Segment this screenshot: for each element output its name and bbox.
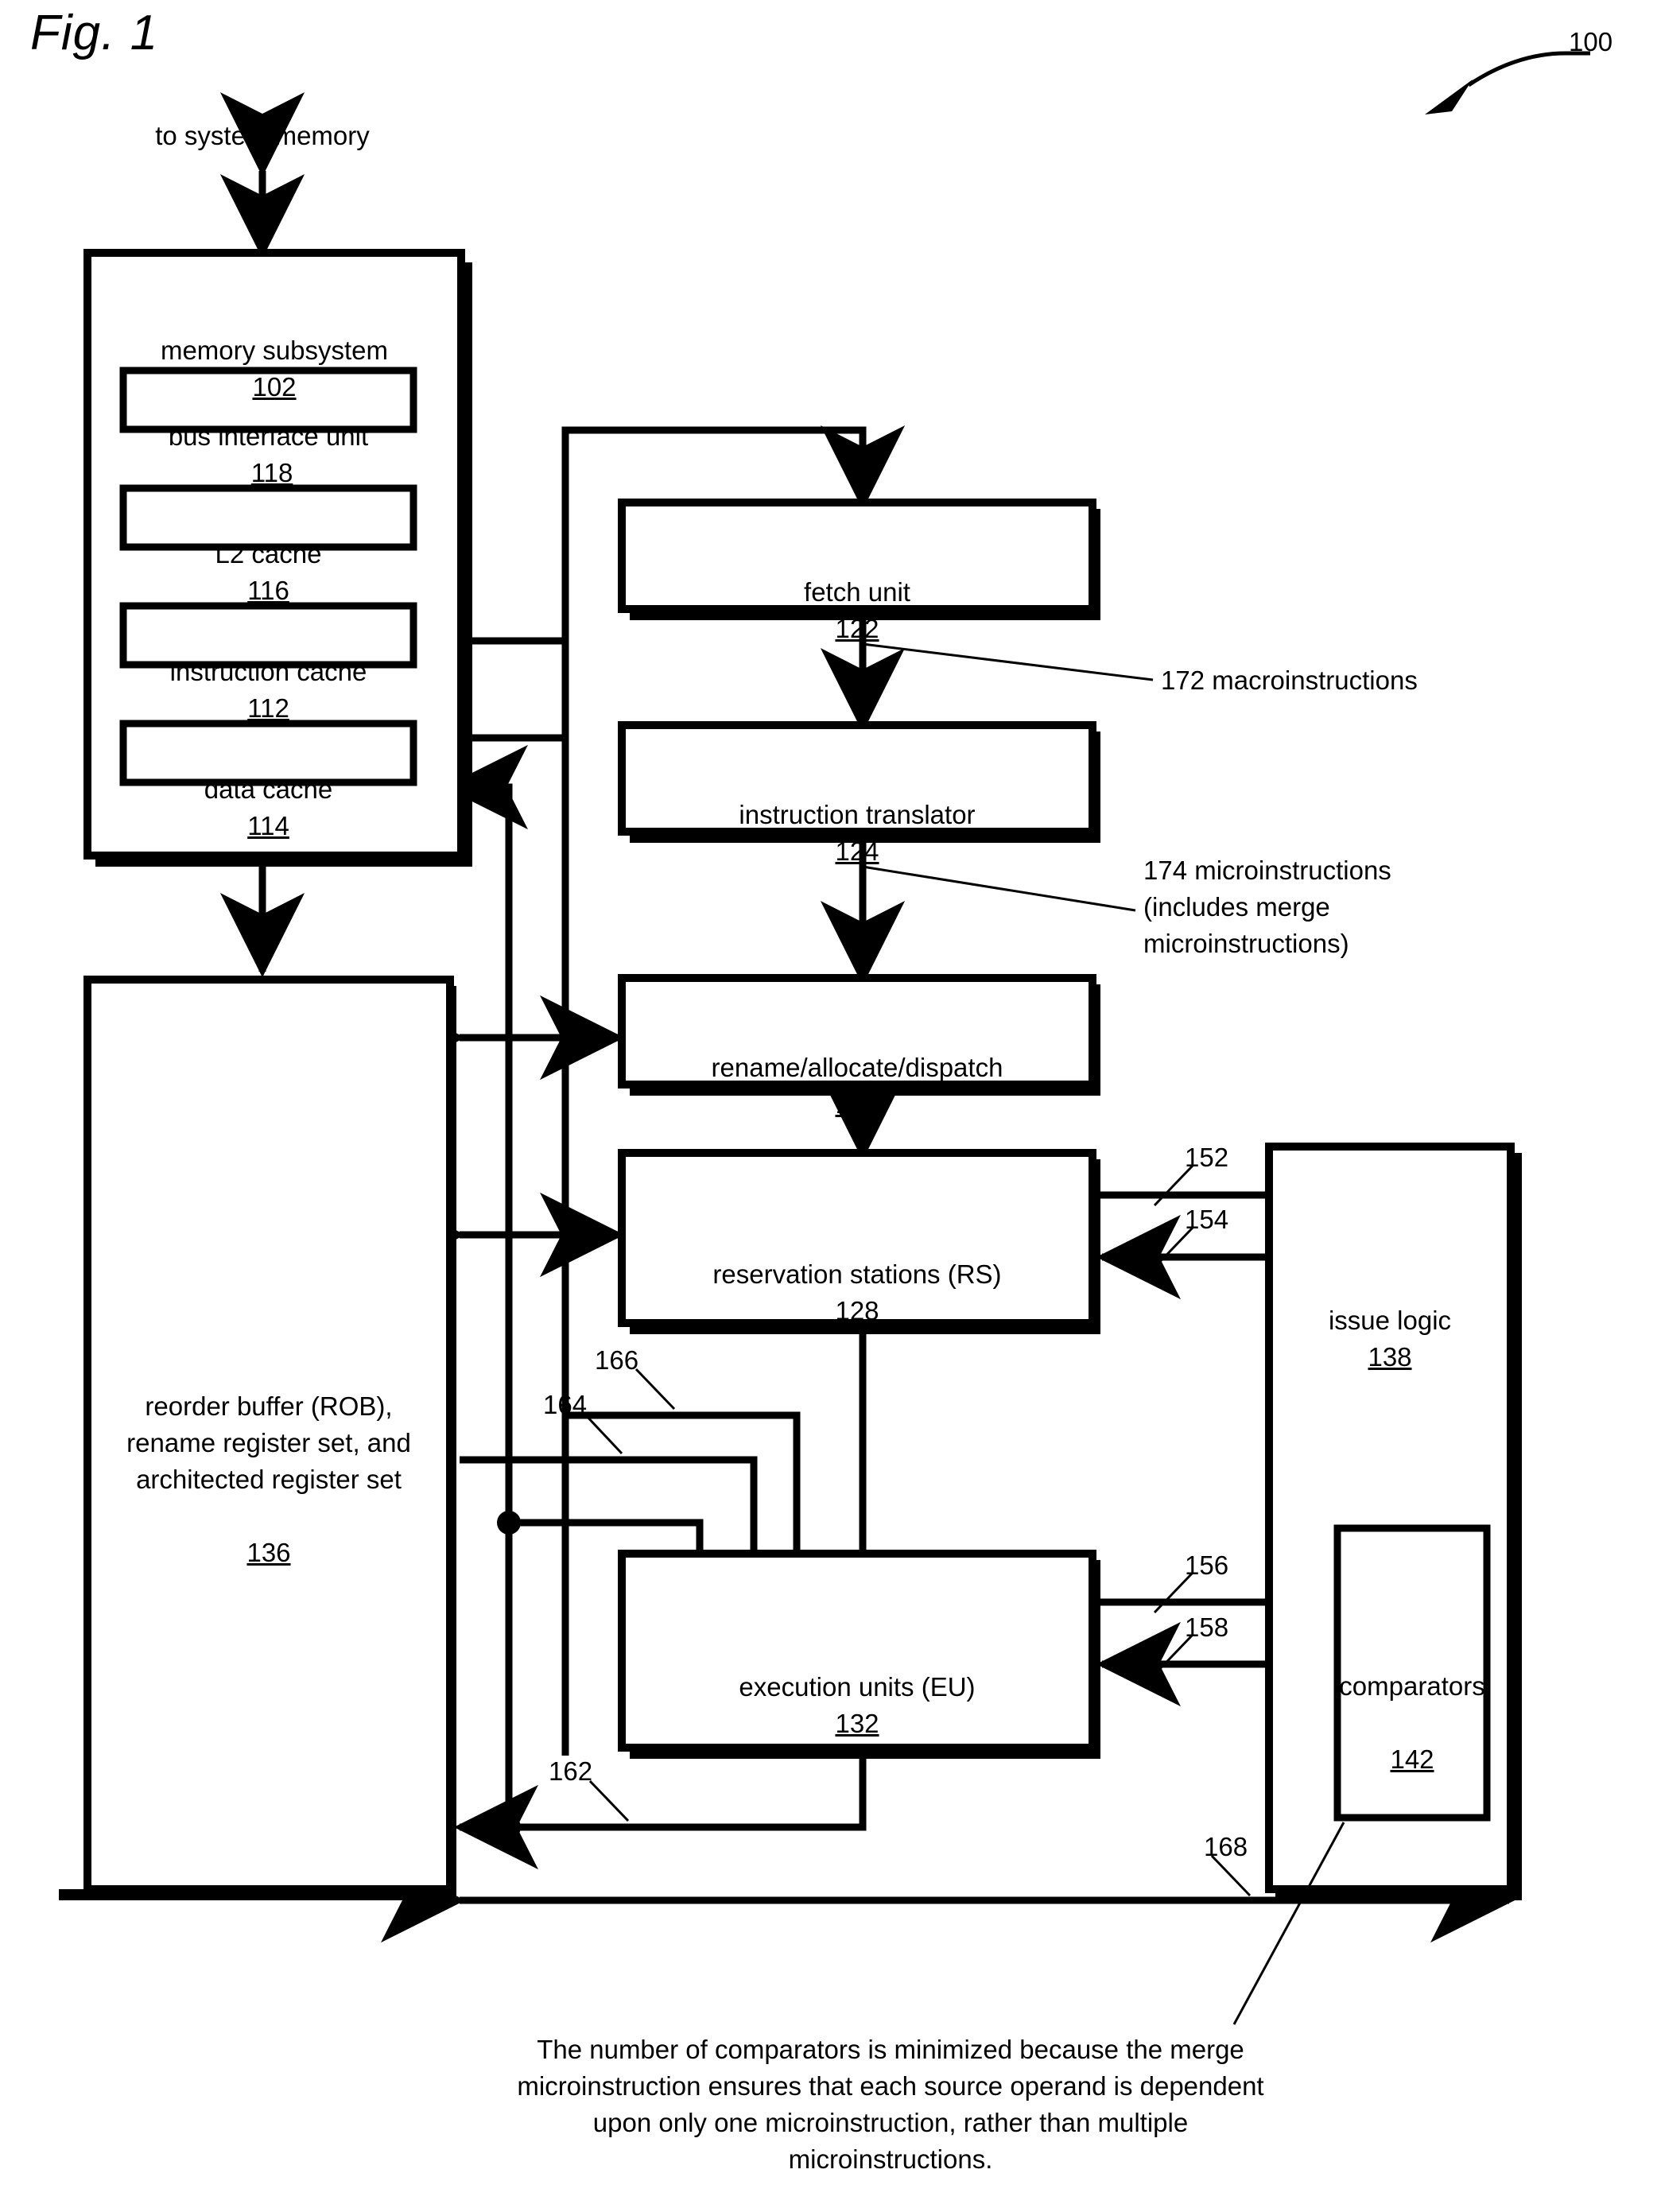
signal-ref-152: 152 xyxy=(1185,1143,1229,1172)
fetch-unit-text: fetch unit xyxy=(804,577,910,607)
instruction-translator-label: instruction translator 124 xyxy=(622,760,1092,870)
wire-162-eu-to-rob xyxy=(453,1759,867,1870)
signal-ref-156: 156 xyxy=(1185,1550,1229,1580)
reorder-buffer-label: reorder buffer (ROB), rename register se… xyxy=(87,1352,450,1571)
junction-dot-lower xyxy=(497,1815,521,1839)
signal-ref-168: 168 xyxy=(1204,1832,1248,1861)
instruction-cache-label: instruction cache 112 xyxy=(123,617,413,727)
l2-cache-ref: 116 xyxy=(247,576,289,605)
system-reference-number: 100 xyxy=(1569,27,1613,56)
issue-logic-text: issue logic xyxy=(1328,1306,1452,1335)
signal-ref-164: 164 xyxy=(543,1390,588,1419)
macroinstructions-note: 172 macroinstructions xyxy=(1161,666,1418,695)
signal-ref-158: 158 xyxy=(1185,1612,1229,1642)
rename-allocate-dispatch-ref: 126 xyxy=(835,1089,879,1119)
figure-caption: The number of comparators is minimized b… xyxy=(517,2035,1264,2174)
junction-dot-upper xyxy=(497,1511,521,1535)
instruction-cache-ref: 112 xyxy=(247,693,289,723)
issue-logic-ref: 138 xyxy=(1368,1342,1412,1372)
l2-cache-label: L2 cache 116 xyxy=(123,499,413,609)
reservation-stations-ref: 128 xyxy=(835,1296,879,1325)
comparators-ref: 142 xyxy=(1390,1744,1434,1774)
rename-allocate-dispatch-text: rename/allocate/dispatch xyxy=(711,1053,1003,1082)
reorder-buffer-ref: 136 xyxy=(246,1538,291,1567)
execution-units-text: execution units (EU) xyxy=(739,1672,976,1702)
bus-interface-unit-label: bus interface unit 118 xyxy=(123,382,413,491)
l2-cache-text: L2 cache xyxy=(215,539,322,569)
signal-ref-166: 166 xyxy=(595,1345,639,1375)
instruction-cache-text: instruction cache xyxy=(169,657,367,686)
reservation-stations-label: reservation stations (RS) 128 xyxy=(622,1220,1092,1329)
bus-interface-unit-text: bus interface unit xyxy=(168,421,369,451)
fetch-unit-ref: 122 xyxy=(835,614,879,643)
signal-ref-162: 162 xyxy=(549,1756,593,1786)
comparators-label: comparators 142 xyxy=(1337,1632,1487,1778)
data-cache-label: data cache 114 xyxy=(123,735,413,844)
reservation-stations-text: reservation stations (RS) xyxy=(712,1259,1002,1289)
data-cache-ref: 114 xyxy=(247,811,289,840)
instruction-translator-text: instruction translator xyxy=(739,800,976,829)
issue-logic-label: issue logic 138 xyxy=(1269,1266,1511,1376)
execution-units-label: execution units (EU) 132 xyxy=(622,1632,1092,1742)
patent-figure-page: Fig. 1 100 to system memory memory subsy… xyxy=(0,0,1661,2212)
instruction-translator-ref: 124 xyxy=(835,836,879,866)
figure-title: Fig. 1 xyxy=(30,6,159,60)
reorder-buffer-text: reorder buffer (ROB), rename register se… xyxy=(126,1391,411,1494)
data-cache-text: data cache xyxy=(204,774,333,804)
rename-allocate-dispatch-label: rename/allocate/dispatch 126 xyxy=(622,1013,1092,1123)
memory-subsystem-text: memory subsystem xyxy=(160,336,389,365)
signal-ref-154: 154 xyxy=(1185,1205,1229,1234)
bus-interface-unit-ref: 118 xyxy=(250,458,293,487)
fetch-unit-label: fetch unit 122 xyxy=(622,537,1092,647)
execution-units-ref: 132 xyxy=(835,1709,879,1738)
to-system-memory-label: to system memory xyxy=(155,121,370,150)
comparators-text: comparators xyxy=(1339,1671,1485,1701)
microinstructions-note: 174 microinstructions (includes merge mi… xyxy=(1143,856,1391,958)
